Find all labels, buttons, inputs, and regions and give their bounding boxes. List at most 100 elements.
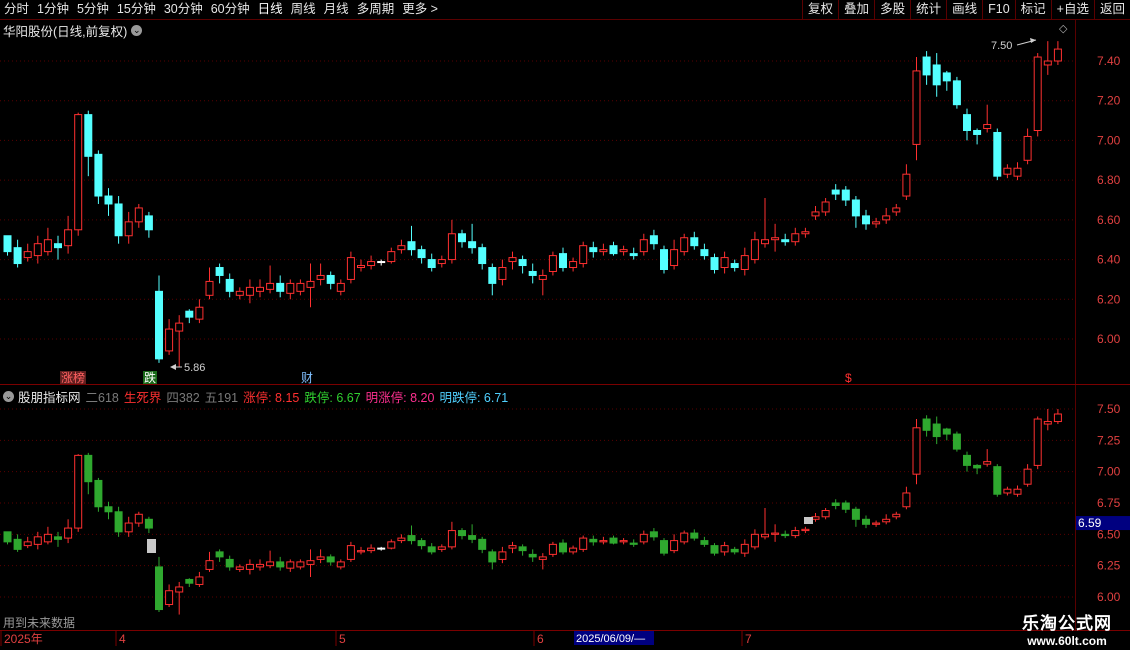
ind-candle-body xyxy=(286,561,295,569)
ind-candle-body xyxy=(54,536,62,540)
period-tab-3[interactable]: 15分钟 xyxy=(113,0,160,19)
candle-body xyxy=(1013,167,1022,177)
ind-candle-body xyxy=(730,548,739,553)
ind-candle-body xyxy=(3,531,12,543)
ind-candle-body xyxy=(821,510,830,518)
candle-body xyxy=(84,114,93,157)
candle-body xyxy=(811,211,820,217)
candle-body xyxy=(932,64,941,86)
candle-body xyxy=(862,215,870,225)
ind-candle-body xyxy=(912,427,921,475)
candle-body xyxy=(912,70,921,145)
ind-candle-body xyxy=(831,502,840,507)
ind-candle-body xyxy=(548,543,557,555)
period-tab-9[interactable]: 多周期 xyxy=(353,0,399,19)
candle-body xyxy=(286,282,295,294)
time-label: 7 xyxy=(745,632,752,646)
current-price-box xyxy=(1076,516,1130,531)
ind-candle-body xyxy=(1053,413,1062,423)
ind-candle-body xyxy=(538,556,547,560)
chevron-down-icon[interactable]: ⌄ xyxy=(131,25,143,36)
candle-body xyxy=(357,265,365,269)
toolbar-action-5[interactable]: F10 xyxy=(982,0,1015,19)
toolbar-action-4[interactable]: 画线 xyxy=(946,0,982,19)
candle-body xyxy=(1023,135,1032,161)
chevron-down-icon[interactable]: ⌄ xyxy=(3,391,14,402)
ind-candle-body xyxy=(680,532,689,543)
period-tab-6[interactable]: 日线 xyxy=(254,0,287,19)
ind-candle-body xyxy=(902,492,911,508)
toolbar-action-6[interactable]: 标记 xyxy=(1014,0,1051,19)
ind-candle-body xyxy=(336,561,345,568)
candle-body xyxy=(215,267,224,276)
ind-candle-body xyxy=(296,561,305,568)
toolbar-action-8[interactable]: 返回 xyxy=(1093,0,1130,19)
period-tab-1[interactable]: 1分钟 xyxy=(33,0,73,19)
candle-body xyxy=(508,257,517,263)
diamond-icon[interactable]: ◇ xyxy=(1059,22,1067,35)
period-tab-2[interactable]: 5分钟 xyxy=(73,0,113,19)
future-data-note: 用到未来数据 xyxy=(3,616,76,630)
period-tab-8[interactable]: 月线 xyxy=(320,0,353,19)
lower-axis-label: 6.00 xyxy=(1097,590,1121,604)
candle-body xyxy=(599,249,608,253)
candle-body xyxy=(841,189,850,201)
candle-body xyxy=(326,274,335,284)
candle-body xyxy=(569,261,578,269)
candle-body xyxy=(619,249,628,253)
candle-body xyxy=(165,328,174,352)
low-annotation: 5.86 xyxy=(184,362,205,374)
period-tab-5[interactable]: 60分钟 xyxy=(207,0,254,19)
ind-candle-body xyxy=(872,522,881,525)
toolbar-action-0[interactable]: 复权 xyxy=(802,0,838,19)
candle-body xyxy=(528,270,537,276)
candle-body xyxy=(629,253,638,257)
candle-body xyxy=(427,259,436,269)
candle-body xyxy=(710,257,719,271)
candle-body xyxy=(730,263,739,269)
period-tab-4[interactable]: 30分钟 xyxy=(160,0,207,19)
candle-body xyxy=(902,173,911,197)
ind-candle-body xyxy=(346,545,355,560)
time-label: 2025年 xyxy=(4,632,43,646)
candle-body xyxy=(74,114,83,231)
candle-body xyxy=(124,221,133,237)
ind-candle-body xyxy=(973,464,982,469)
candle-body xyxy=(983,124,992,130)
toolbar-action-3[interactable]: 统计 xyxy=(910,0,946,19)
ind-candle-body xyxy=(458,530,466,537)
lower-axis-label: 7.50 xyxy=(1097,402,1121,416)
toolbar-action-1[interactable]: 叠加 xyxy=(838,0,874,19)
candle-body xyxy=(54,243,62,249)
candle-body xyxy=(336,282,345,292)
ind-candle-body xyxy=(862,518,870,525)
ind-candle-body xyxy=(1033,418,1042,466)
period-tab-0[interactable]: 分时 xyxy=(0,0,33,19)
toolbar-action-2[interactable]: 多股 xyxy=(874,0,910,19)
ind-candle-body xyxy=(508,545,517,549)
toolbar-action-7[interactable]: +自选 xyxy=(1050,0,1094,19)
ind-candle-body xyxy=(195,576,204,585)
ind-candle-body xyxy=(851,508,860,520)
ind-candle-body xyxy=(478,538,487,550)
ind-candle-body xyxy=(437,546,446,550)
candle-body xyxy=(639,239,648,253)
candle-body xyxy=(1053,48,1062,62)
candle-body xyxy=(94,153,103,197)
ind-candle-body xyxy=(922,418,931,431)
ind-candle-body xyxy=(185,578,194,584)
ind-candle-body xyxy=(559,542,567,553)
period-tab-10[interactable]: 更多 > xyxy=(398,0,442,19)
marker-0: 涨榜 xyxy=(61,370,85,385)
ind-candle-body xyxy=(700,540,709,545)
period-tab-7[interactable]: 周线 xyxy=(287,0,320,19)
candle-body xyxy=(134,207,143,223)
ind-candle-body xyxy=(1023,468,1032,485)
ind-candle-body xyxy=(589,538,598,543)
ind-candle-body xyxy=(266,561,275,567)
candle-body xyxy=(942,72,951,82)
candle-body xyxy=(104,195,113,205)
ind-candle-body xyxy=(407,535,416,542)
candle-body xyxy=(761,239,769,245)
candle-body xyxy=(750,239,759,261)
